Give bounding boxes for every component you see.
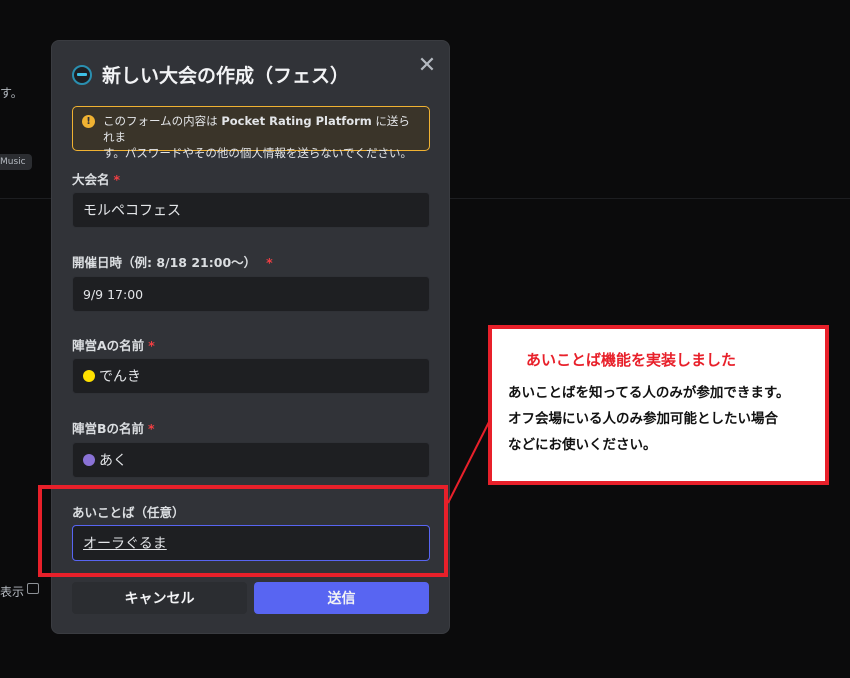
annotation-callout: あいことば機能を実装しました あいことばを知ってる人のみが参加できます。 オフ会… [488,325,829,485]
callout-title: あいことば機能を実装しました [526,351,737,369]
callout-line: などにお使いください。 [508,437,657,453]
callout-line: オフ会場にいる人のみ参加可能としたい場合 [508,411,778,427]
callout-line: あいことばを知ってる人のみが参加できます。 [508,385,790,401]
